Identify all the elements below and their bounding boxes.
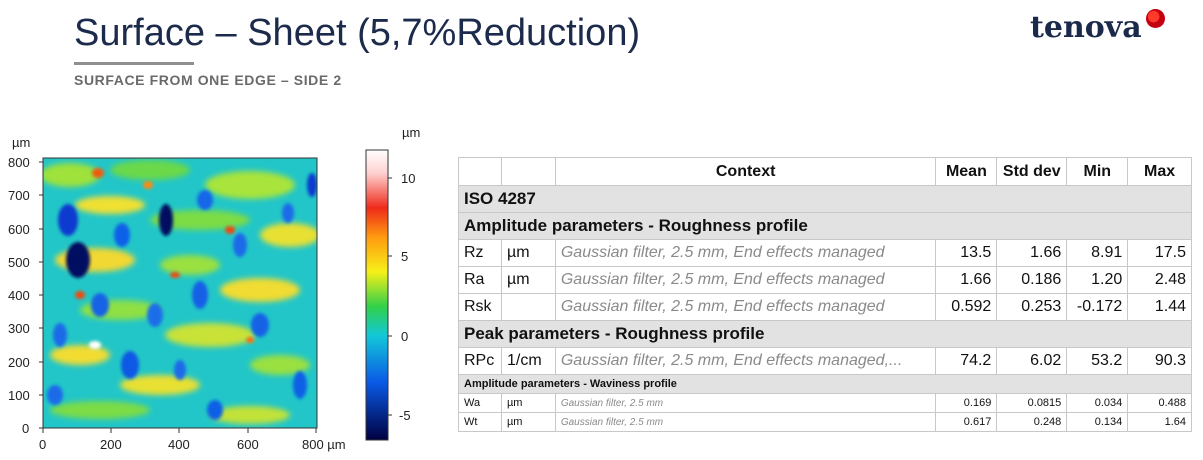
- colorbar-tick-minus5: -5: [399, 408, 411, 423]
- table-row: RPc 1/cm Gaussian filter, 2.5 mm, End ef…: [458, 347, 1192, 375]
- section-row-amplitude-waviness: Amplitude parameters - Waviness profile: [458, 374, 1192, 394]
- header-unit: [500, 157, 556, 186]
- surface-height-map-panel: µm µm 800 700 600 500 400 300 200 100 0 …: [0, 125, 440, 460]
- std-cell: 0.186: [996, 266, 1068, 294]
- std-cell: 6.02: [996, 347, 1068, 375]
- x-axis-ticks: [42, 428, 317, 433]
- max-cell: 1.44: [1127, 293, 1192, 321]
- table-row: Rz µm Gaussian filter, 2.5 mm, End effec…: [458, 239, 1192, 267]
- surface-height-map: [39, 149, 392, 441]
- y-tick-700: 700: [8, 188, 30, 203]
- logo-dot-icon: [1146, 9, 1165, 28]
- table-row: Wa µm Gaussian filter, 2.5 mm 0.169 0.08…: [458, 393, 1192, 413]
- colorbar-tick-5: 5: [401, 249, 409, 264]
- max-cell: 90.3: [1127, 347, 1192, 375]
- section-row-peak-roughness: Peak parameters - Roughness profile: [458, 320, 1192, 348]
- unit-cell: [500, 293, 556, 321]
- context-cell: Gaussian filter, 2.5 mm: [554, 412, 937, 432]
- std-cell: 0.253: [996, 293, 1068, 321]
- y-tick-400: 400: [8, 288, 30, 303]
- page-subtitle: SURFACE FROM ONE EDGE – SIDE 2: [74, 72, 342, 88]
- header-min: Min: [1066, 157, 1129, 186]
- title-rule: [74, 62, 194, 65]
- section-row-standard: ISO 4287: [458, 185, 1192, 213]
- max-cell: 2.48: [1127, 266, 1192, 294]
- table-row: Rsk Gaussian filter, 2.5 mm, End effects…: [458, 293, 1192, 321]
- roughness-parameters-table: Context Mean Std dev Min Max ISO 4287 Am…: [458, 157, 1192, 432]
- mean-cell: 1.66: [935, 266, 998, 294]
- y-tick-100: 100: [8, 388, 30, 403]
- min-cell: 1.20: [1066, 266, 1129, 294]
- height-map-texture: [43, 158, 317, 428]
- standard-label: ISO 4287: [458, 185, 1192, 213]
- x-tick-800: 800 µm: [302, 437, 346, 452]
- x-tick-400: 400: [168, 437, 190, 452]
- max-cell: 1.64: [1127, 412, 1192, 432]
- table-header-row: Context Mean Std dev Min Max: [458, 157, 1192, 186]
- colorbar-ticks: [388, 177, 392, 416]
- colorbar: [365, 149, 389, 441]
- min-cell: 53.2: [1066, 347, 1129, 375]
- param-cell: Wa: [458, 393, 502, 413]
- param-cell: Rsk: [458, 293, 502, 321]
- unit-cell: µm: [500, 393, 556, 413]
- header-std-dev: Std dev: [996, 157, 1068, 186]
- context-cell: Gaussian filter, 2.5 mm, End effects man…: [554, 347, 937, 375]
- max-cell: 17.5: [1127, 239, 1192, 267]
- section-label: Amplitude parameters - Waviness profile: [458, 374, 1192, 394]
- context-cell: Gaussian filter, 2.5 mm, End effects man…: [554, 239, 937, 267]
- std-cell: 0.248: [996, 412, 1068, 432]
- min-cell: 0.134: [1066, 412, 1129, 432]
- x-tick-200: 200: [100, 437, 122, 452]
- y-axis-ticks: [39, 161, 43, 429]
- header-param: [458, 157, 502, 186]
- header-mean: Mean: [935, 157, 998, 186]
- std-cell: 1.66: [996, 239, 1068, 267]
- section-label: Peak parameters - Roughness profile: [458, 320, 1192, 348]
- x-tick-600: 600: [237, 437, 259, 452]
- company-logo: tenova: [1030, 10, 1142, 45]
- mean-cell: 74.2: [935, 347, 998, 375]
- mean-cell: 0.592: [935, 293, 998, 321]
- mean-cell: 0.169: [935, 393, 998, 413]
- y-tick-0: 0: [22, 421, 30, 436]
- unit-cell: µm: [500, 266, 556, 294]
- context-cell: Gaussian filter, 2.5 mm, End effects man…: [554, 266, 937, 294]
- mean-cell: 0.617: [935, 412, 998, 432]
- param-cell: Wt: [458, 412, 502, 432]
- min-cell: -0.172: [1066, 293, 1129, 321]
- param-cell: RPc: [458, 347, 502, 375]
- param-cell: Rz: [458, 239, 502, 267]
- y-tick-600: 600: [8, 222, 30, 237]
- context-cell: Gaussian filter, 2.5 mm, End effects man…: [554, 293, 937, 321]
- table-row: Wt µm Gaussian filter, 2.5 mm 0.617 0.24…: [458, 412, 1192, 432]
- x-tick-0: 0: [39, 437, 47, 452]
- header-max: Max: [1127, 157, 1192, 186]
- colorbar-tick-10: 10: [401, 171, 416, 186]
- context-cell: Gaussian filter, 2.5 mm: [554, 393, 937, 413]
- mean-cell: 13.5: [935, 239, 998, 267]
- param-cell: Ra: [458, 266, 502, 294]
- unit-cell: µm: [500, 239, 556, 267]
- header-context: Context: [554, 157, 937, 186]
- section-label: Amplitude parameters - Roughness profile: [458, 212, 1192, 240]
- y-tick-300: 300: [8, 321, 30, 336]
- std-cell: 0.0815: [996, 393, 1068, 413]
- min-cell: 8.91: [1066, 239, 1129, 267]
- min-cell: 0.034: [1066, 393, 1129, 413]
- colorbar-tick-0: 0: [401, 329, 409, 344]
- max-cell: 0.488: [1127, 393, 1192, 413]
- unit-cell: µm: [500, 412, 556, 432]
- page-title: Surface – Sheet (5,7%Reduction): [74, 12, 641, 54]
- table-row: Ra µm Gaussian filter, 2.5 mm, End effec…: [458, 266, 1192, 294]
- unit-cell: 1/cm: [500, 347, 556, 375]
- y-tick-500: 500: [8, 255, 30, 270]
- y-tick-200: 200: [8, 355, 30, 370]
- y-tick-800: 800: [8, 155, 30, 170]
- section-row-amplitude-roughness: Amplitude parameters - Roughness profile: [458, 212, 1192, 240]
